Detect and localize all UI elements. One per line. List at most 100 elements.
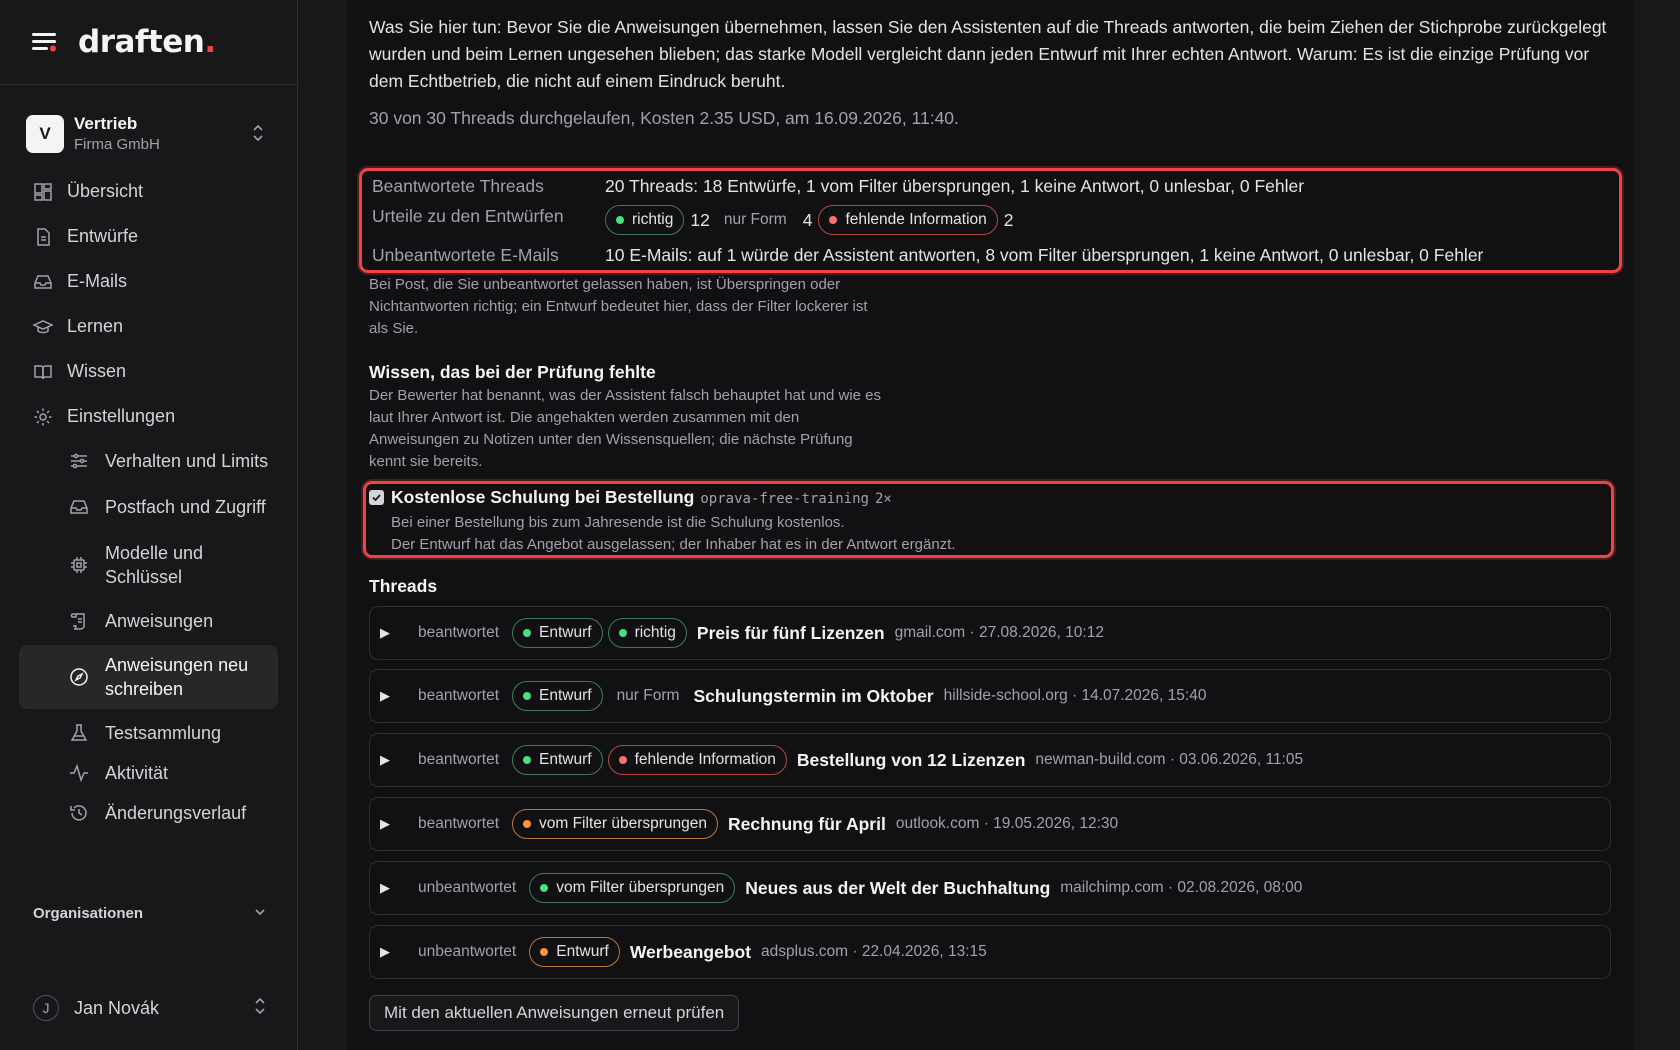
draft-badge: Entwurf: [512, 681, 603, 711]
graduation-cap-icon: [33, 317, 53, 337]
draft-badge: Entwurf: [512, 618, 603, 648]
expand-triangle-icon[interactable]: ▶: [380, 816, 394, 832]
summary-answered-row: Beantwortete Threads 20 Threads: 18 Entw…: [372, 176, 1304, 197]
workspace-switcher[interactable]: V Vertrieb Firma GmbH: [26, 109, 277, 159]
thread-state: unbeantwortet: [418, 943, 517, 960]
verdict-form-label: nur Form: [723, 211, 787, 228]
thread-meta: outlook.com · 19.05.2026, 12:30: [895, 815, 1119, 832]
nav-item-drafts[interactable]: Entwürfe: [0, 214, 297, 259]
verdict-missing-badge[interactable]: fehlende Information: [818, 205, 998, 235]
thread-subject: Werbeangebot: [629, 941, 752, 962]
knowledge-checkbox[interactable]: [369, 490, 384, 505]
user-name: Jan Novák: [74, 997, 160, 1018]
nav-item-overview[interactable]: Übersicht: [0, 169, 297, 214]
nav-label: Postfach und Zugriff: [105, 497, 266, 517]
nav-item-settings[interactable]: Einstellungen: [0, 394, 297, 439]
nav-label: Lernen: [67, 316, 124, 336]
thread-row[interactable]: ▶ beantwortet Entwurf fehlende Informati…: [369, 733, 1611, 787]
thread-meta: newman-build.com · 03.06.2026, 11:05: [1035, 751, 1304, 768]
expand-triangle-icon[interactable]: ▶: [380, 944, 394, 960]
summary-box: Beantwortete Threads 20 Threads: 18 Entw…: [359, 168, 1622, 273]
nav-item-rewrite-instructions[interactable]: Anweisungen neu schreiben: [19, 645, 278, 709]
knowledge-item: Kostenlose Schulung bei Bestellung oprava…: [363, 481, 1614, 558]
knowledge-item-title: Kostenlose Schulung bei Bestellung oprava…: [391, 487, 892, 508]
summary-value: 10 E-Mails: auf 1 würde der Assistent an…: [605, 245, 1484, 265]
summary-verdicts-row: Urteile zu den Entwürfen richtig 12 nur …: [372, 205, 1028, 235]
knowledge-item-key: oprava-free-training: [700, 491, 869, 507]
thread-row[interactable]: ▶ unbeantwortet Entwurf Werbeangebot ads…: [369, 925, 1611, 979]
menu-icon[interactable]: [32, 31, 58, 53]
nav-item-models[interactable]: Modelle und Schlüssel: [19, 533, 278, 597]
expand-triangle-icon[interactable]: ▶: [380, 625, 394, 641]
expand-triangle-icon[interactable]: ▶: [380, 880, 394, 896]
knowledge-item-reason: Der Entwurf hat das Angebot ausgelassen;…: [391, 536, 956, 553]
nav-item-mailbox[interactable]: Postfach und Zugriff: [19, 487, 278, 527]
nav-item-behavior[interactable]: Verhalten und Limits: [19, 441, 278, 481]
chevron-updown-icon: [251, 123, 265, 148]
workspace-avatar: V: [26, 115, 64, 153]
thread-row[interactable]: ▶ unbeantwortet vom Filter übersprungen …: [369, 861, 1611, 915]
summary-label: Unbeantwortete E-Mails: [372, 245, 559, 265]
badge-label: richtig: [632, 211, 674, 228]
thread-subject: Preis für fünf Lizenzen: [696, 622, 885, 643]
settings-subnav: Verhalten und Limits Postfach und Zugrif…: [0, 441, 297, 833]
organizations-toggle[interactable]: Organisationen: [33, 905, 267, 923]
badge-label: fehlende Information: [845, 211, 987, 228]
verdict-count: 4: [802, 209, 813, 230]
sidebar: draften. V Vertrieb Firma GmbH Übersicht…: [0, 0, 298, 1050]
status-dot: [523, 692, 531, 700]
nav-item-testset[interactable]: Testsammlung: [19, 713, 278, 753]
thread-row[interactable]: ▶ beantwortet Entwurf nur Form Schulungs…: [369, 669, 1611, 723]
status-dot: [523, 820, 531, 828]
thread-subject: Schulungstermin im Oktober: [693, 685, 934, 706]
thread-row[interactable]: ▶ beantwortet Entwurf richtig Preis für …: [369, 606, 1611, 660]
status-dot: [829, 216, 838, 224]
nav-item-history[interactable]: Änderungsverlauf: [19, 793, 278, 833]
verdict-count: 2: [1003, 209, 1014, 230]
nav-item-activity[interactable]: Aktivität: [19, 753, 278, 793]
nav-item-knowledge[interactable]: Wissen: [0, 349, 297, 394]
thread-state: beantwortet: [418, 751, 499, 768]
document-icon: [33, 227, 53, 247]
badge-label: vom Filter übersprungen: [556, 879, 725, 896]
inbox-icon: [69, 497, 89, 517]
workspace-name: Vertrieb: [74, 114, 138, 134]
nav-label: Modelle und Schlüssel: [105, 543, 204, 587]
knowledge-item-fact: Bei einer Bestellung bis zum Jahresende …: [391, 514, 845, 531]
verdict-correct-badge[interactable]: richtig: [605, 205, 685, 235]
logo[interactable]: draften.: [78, 24, 216, 60]
rerun-check-button[interactable]: Mit den aktuellen Anweisungen erneut prü…: [369, 995, 740, 1031]
chevron-down-icon: [253, 905, 267, 923]
user-menu[interactable]: J Jan Novák: [33, 994, 267, 1022]
expand-triangle-icon[interactable]: ▶: [380, 688, 394, 704]
sliders-icon: [69, 451, 89, 471]
knowledge-title: Wissen, das bei der Prüfung fehlte: [369, 362, 656, 382]
main-nav: Übersicht Entwürfe E-Mails Lernen Wissen…: [0, 169, 297, 439]
summary-unanswered-row: Unbeantwortete E-Mails 10 E-Mails: auf 1…: [372, 245, 1483, 266]
user-avatar: J: [33, 995, 59, 1021]
run-info: 30 von 30 Threads durchgelaufen, Kosten …: [369, 108, 959, 128]
nav-label: Übersicht: [67, 181, 144, 201]
nav-label: Verhalten und Limits: [105, 451, 269, 471]
chevron-updown-icon: [253, 996, 267, 1021]
expand-triangle-icon[interactable]: ▶: [380, 752, 394, 768]
thread-state: beantwortet: [418, 687, 499, 704]
knowledge-item-count: 2×: [874, 491, 892, 507]
knowledge-item-name: Kostenlose Schulung bei Bestellung: [391, 487, 695, 507]
summary-label: Urteile zu den Entwürfen: [372, 205, 564, 226]
badge-label: Entwurf: [539, 624, 592, 641]
organizations-label: Organisationen: [33, 905, 144, 922]
book-icon: [33, 362, 53, 382]
nav-item-instructions[interactable]: Anweisungen: [19, 601, 278, 641]
nav-item-emails[interactable]: E-Mails: [0, 259, 297, 304]
thread-row[interactable]: ▶ beantwortet vom Filter übersprungen Re…: [369, 797, 1611, 851]
draft-badge: Entwurf: [529, 937, 620, 967]
activity-icon: [69, 763, 89, 783]
compass-icon: [69, 667, 89, 687]
filter-skipped-badge: vom Filter übersprungen: [529, 873, 736, 903]
nav-item-learn[interactable]: Lernen: [0, 304, 297, 349]
nav-label: Änderungsverlauf: [105, 803, 247, 823]
status-dot: [523, 629, 531, 637]
nav-label: Entwürfe: [67, 226, 139, 246]
draft-badge: Entwurf: [512, 745, 603, 775]
